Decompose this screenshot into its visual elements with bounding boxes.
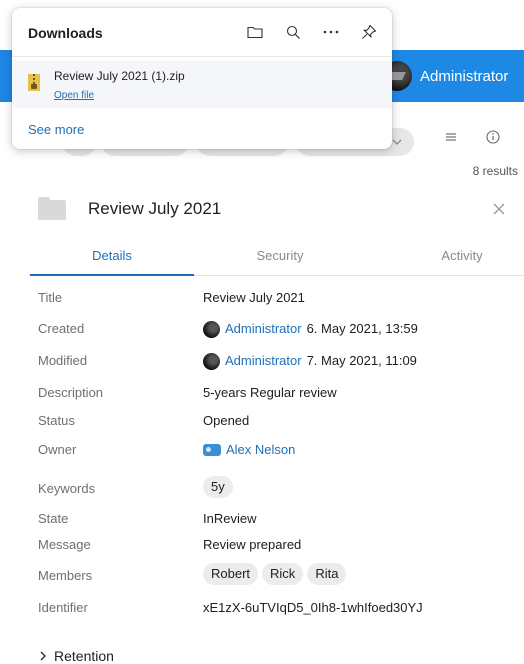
owner-link[interactable]: Alex Nelson <box>226 440 295 460</box>
tab-details[interactable]: Details <box>30 238 194 276</box>
downloads-title: Downloads <box>28 25 103 41</box>
property-label: State <box>38 511 69 526</box>
property-label: Created <box>38 321 85 336</box>
download-item[interactable]: Review July 2021 (1).zip Open file <box>12 60 392 108</box>
property-label: Title <box>38 290 63 305</box>
created-by-link[interactable]: Administrator <box>225 319 302 339</box>
property-value: InReview <box>203 511 257 526</box>
downloads-actions <box>246 20 378 44</box>
panel-tabs: Details Security Activity <box>30 238 524 276</box>
results-count: 8 results <box>472 164 518 178</box>
property-label: Keywords <box>38 481 96 496</box>
user-menu[interactable]: Administrator <box>382 60 508 92</box>
retention-label: Retention <box>54 648 114 664</box>
created-date: 6. May 2021, 13:59 <box>306 321 418 336</box>
search-icon[interactable] <box>284 20 302 44</box>
tab-security[interactable]: Security <box>210 238 350 276</box>
property-row-identifier: Identifier xE1zX-6uTVIqD5_0Ih8-1whIfoed3… <box>38 598 524 628</box>
property-label: Status <box>38 413 75 428</box>
property-row-state: State InReview <box>38 509 524 535</box>
property-label: Members <box>38 568 93 583</box>
properties-list: Title Review July 2021 Created Administr… <box>38 288 524 628</box>
property-value: Opened <box>203 413 250 428</box>
property-row-created: Created Administrator 6. May 2021, 13:59 <box>38 319 524 351</box>
member-chip[interactable]: Robert <box>203 563 259 585</box>
contact-card-icon <box>203 444 221 456</box>
member-chip[interactable]: Rita <box>307 563 347 585</box>
property-label: Message <box>38 537 91 552</box>
property-row-members: Members Robert Rick Rita <box>38 563 524 598</box>
property-label: Owner <box>38 442 77 457</box>
folder-icon <box>38 197 66 220</box>
close-icon[interactable] <box>492 196 506 222</box>
pin-icon[interactable] <box>360 20 378 44</box>
property-value: 5-years Regular review <box>203 385 337 400</box>
property-value: xE1zX-6uTVIqD5_0Ih8-1whIfoed30YJ <box>203 600 423 615</box>
property-row-modified: Modified Administrator 7. May 2021, 11:0… <box>38 351 524 383</box>
divider <box>12 56 392 57</box>
property-row-description: Description 5-years Regular review <box>38 383 524 411</box>
open-folder-icon[interactable] <box>246 20 264 44</box>
property-label: Identifier <box>38 600 88 615</box>
property-label: Modified <box>38 353 88 368</box>
property-row-status: Status Opened <box>38 411 524 440</box>
property-row-owner: Owner Alex Nelson <box>38 440 524 476</box>
property-label: Description <box>38 385 104 400</box>
chevron-down-icon <box>392 139 402 145</box>
property-row-title: Title Review July 2021 <box>38 288 524 319</box>
see-more-link[interactable]: See more <box>28 122 84 137</box>
download-filename: Review July 2021 (1).zip <box>54 69 185 83</box>
member-chip[interactable]: Rick <box>262 563 304 585</box>
list-icon[interactable] <box>441 130 461 147</box>
user-name: Administrator <box>420 67 509 85</box>
info-icon[interactable] <box>483 130 503 148</box>
property-value: Review July 2021 <box>203 290 305 305</box>
panel-title: Review July 2021 <box>88 199 222 218</box>
property-row-message: Message Review prepared <box>38 535 524 563</box>
more-icon[interactable] <box>322 20 340 44</box>
property-value: Review prepared <box>203 537 302 552</box>
keyword-chip[interactable]: 5y <box>203 476 233 498</box>
zip-file-icon <box>28 74 40 91</box>
tab-activity[interactable]: Activity <box>402 238 522 276</box>
retention-section-toggle[interactable]: Retention <box>38 648 114 664</box>
avatar <box>203 320 220 338</box>
open-file-link[interactable]: Open file <box>54 90 94 101</box>
modified-by-link[interactable]: Administrator <box>225 351 302 371</box>
downloads-flyout: Downloads Review July 2021 (1).zip Open … <box>12 8 392 149</box>
chevron-right-icon <box>40 651 46 661</box>
property-row-keywords: Keywords 5y <box>38 476 524 509</box>
modified-date: 7. May 2021, 11:09 <box>306 353 417 368</box>
active-tab-indicator <box>30 274 194 276</box>
avatar <box>203 352 220 370</box>
panel-header: Review July 2021 <box>38 196 524 226</box>
